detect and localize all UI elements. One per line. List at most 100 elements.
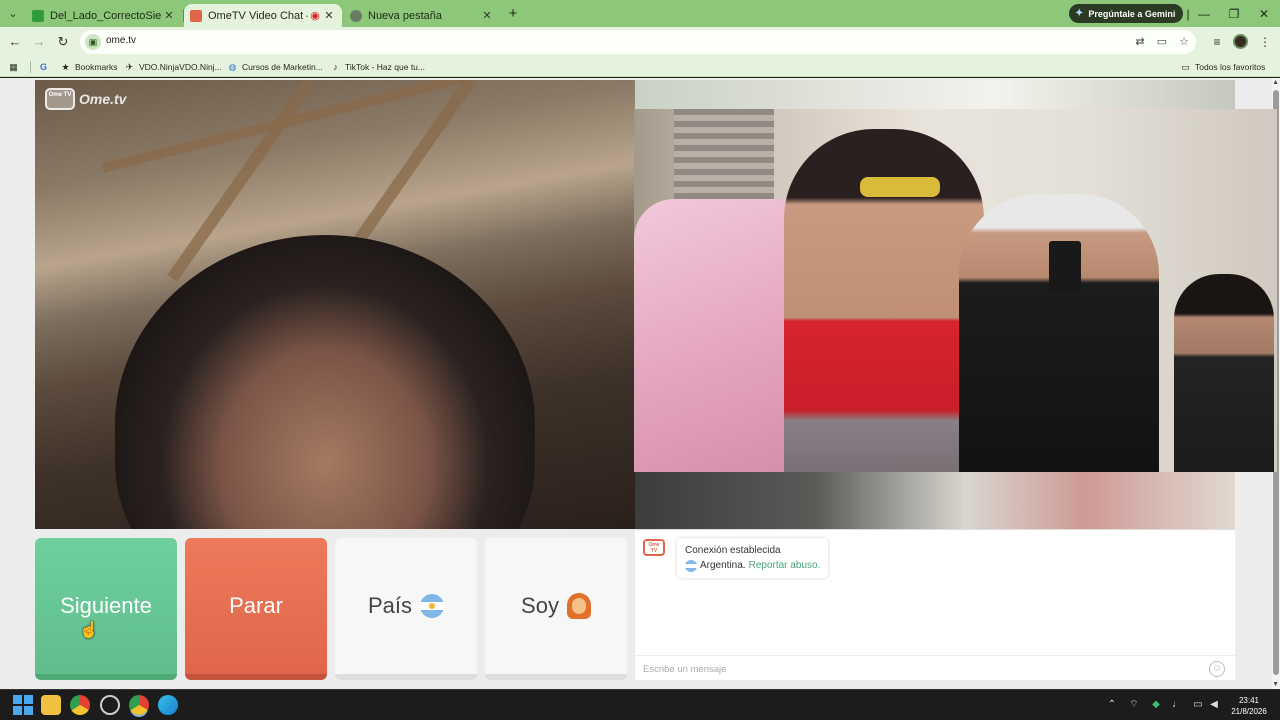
- cast-icon[interactable]: ▭: [1154, 34, 1170, 50]
- network-tray-icon[interactable]: ⌔: [1128, 699, 1140, 711]
- apps-icon[interactable]: ▦: [8, 60, 19, 74]
- chrome-favicon-icon: [350, 9, 362, 22]
- cup: [1049, 241, 1081, 291]
- next-label: Siguiente: [60, 593, 152, 618]
- mouse-cursor-icon: ☝: [79, 622, 99, 639]
- forward-icon[interactable]: →: [30, 33, 48, 51]
- ometv-logo: Ome TV Ome.tv: [45, 88, 126, 110]
- desktop: ⌄ Del_Lado_CorrectoSiempre Stre ✕ OmeTV …: [0, 0, 1280, 720]
- google-icon[interactable]: G: [38, 60, 49, 74]
- ceiling-beam: [101, 80, 609, 173]
- system-message: Conexión establecida Argentina. Reportar…: [677, 538, 829, 578]
- bookmark-label: Bookmarks: [75, 62, 118, 72]
- scroll-down-icon[interactable]: ▼: [1272, 681, 1279, 688]
- display-tray-icon[interactable]: ▭: [1192, 699, 1204, 711]
- reload-icon[interactable]: ↻: [54, 33, 72, 51]
- chrome-active-icon[interactable]: [129, 695, 149, 715]
- site-info-icon[interactable]: ▣: [85, 34, 101, 50]
- tv-logo-icon: Ome TV: [45, 88, 75, 110]
- tab-groups-icon[interactable]: ≡: [1208, 33, 1226, 51]
- bookmarks-divider: [30, 61, 31, 73]
- translate-icon[interactable]: ⇄: [1132, 34, 1148, 50]
- chrome-icon[interactable]: [70, 695, 90, 715]
- gender-button[interactable]: Soy: [485, 538, 627, 680]
- bookmark-star-icon[interactable]: ☆: [1176, 34, 1192, 50]
- tab-new[interactable]: Nueva pestaña ✕: [344, 4, 500, 27]
- tab-title: OmeTV Video Chat — Ome: [208, 9, 308, 22]
- folder-icon: ▭: [1181, 61, 1190, 72]
- bookmark-cursos[interactable]: ◍ Cursos de Marketin...: [227, 60, 323, 74]
- browser-toolbar: ← → ↻ ▣ ome.tv ⇄ ▭ ☆ ≡ ⋮: [0, 27, 1280, 57]
- minimize-icon[interactable]: —: [1192, 5, 1216, 23]
- bookmark-label: Cursos de Marketin...: [242, 62, 323, 72]
- gender-label: Soy: [521, 593, 559, 618]
- stranger-country: Argentina.: [700, 560, 746, 571]
- microphone-tray-icon[interactable]: ♩: [1171, 699, 1183, 711]
- chrome-menu-icon[interactable]: ⋮: [1256, 33, 1274, 51]
- security-tray-icon[interactable]: ◆: [1150, 699, 1162, 711]
- back-icon[interactable]: ←: [6, 33, 24, 51]
- connection-status: Conexión establecida: [685, 545, 781, 556]
- browser-tab-strip: ⌄ Del_Lado_CorrectoSiempre Stre ✕ OmeTV …: [0, 0, 1280, 27]
- bookmark-tiktok[interactable]: ♪ TikTok - Haz que tu...: [330, 60, 425, 74]
- kick-favicon-icon: [32, 9, 44, 22]
- country-button[interactable]: País: [335, 538, 477, 680]
- next-button[interactable]: Siguiente ☝: [35, 538, 177, 680]
- ometv-chat-logo-icon: Ome TV: [643, 539, 665, 556]
- obs-icon[interactable]: [100, 695, 120, 715]
- tab-ometv[interactable]: OmeTV Video Chat — Ome ◉ ✕: [184, 4, 342, 27]
- tab-title: Nueva pestaña: [368, 9, 442, 22]
- close-window-icon[interactable]: ✕: [1252, 5, 1276, 23]
- profile-avatar[interactable]: [1233, 34, 1248, 49]
- gemini-label: Pregúntale a Gemini: [1088, 8, 1176, 19]
- local-video: Ome TV Ome.tv: [35, 80, 635, 529]
- stop-button[interactable]: Parar: [185, 538, 327, 680]
- emoji-picker-icon[interactable]: ☺: [1209, 661, 1225, 677]
- bookmark-label: TikTok - Haz que tu...: [345, 62, 425, 72]
- close-tab-icon[interactable]: ✕: [322, 9, 336, 22]
- clock-date: 21/8/2026: [1231, 707, 1267, 716]
- clock-time: 23:41: [1238, 696, 1260, 705]
- star-icon: ★: [61, 61, 70, 72]
- chat-panel: Ome TV Conexión establecida Argentina. R…: [635, 529, 1235, 680]
- tiktok-icon: ♪: [333, 61, 338, 72]
- stranger-person: [959, 194, 1159, 472]
- tab-title: Del_Lado_CorrectoSiempre Stre: [50, 9, 162, 22]
- new-tab-button[interactable]: +: [504, 5, 522, 23]
- stop-label: Parar: [229, 593, 283, 618]
- gemini-button[interactable]: ✦ Pregúntale a Gemini: [1069, 4, 1184, 23]
- bookmarks-bar: ▦ G ★ Bookmarks ✈ VDO.NinjaVDO.Ninj... ◍…: [0, 57, 1280, 77]
- bookmark-vdo-ninja[interactable]: ✈ VDO.NinjaVDO.Ninj...: [124, 60, 222, 74]
- scroll-up-icon[interactable]: ▲: [1272, 79, 1279, 86]
- address-bar[interactable]: ▣ ome.tv ⇄ ▭ ☆: [80, 30, 1196, 54]
- message-placeholder: Escribe un mensaje: [643, 664, 727, 675]
- file-explorer-icon[interactable]: [41, 695, 61, 715]
- argentina-flag-icon: [685, 559, 697, 572]
- windows-start-icon[interactable]: [13, 695, 33, 715]
- country-label: País: [367, 593, 413, 618]
- remote-video-blur-bottom: [635, 472, 1235, 529]
- recording-icon: ◉: [310, 10, 320, 22]
- ometv-page: Ome TV Ome.tv Siguiente ☝ Parar País Soy…: [0, 78, 1280, 689]
- url-text[interactable]: ome.tv: [106, 35, 136, 46]
- message-input[interactable]: Escribe un mensaje ☺: [635, 655, 1235, 681]
- volume-tray-icon[interactable]: ◀: [1208, 699, 1220, 711]
- edge-icon[interactable]: [158, 695, 178, 715]
- restore-icon[interactable]: ❐: [1222, 5, 1246, 23]
- chat-controls: Siguiente ☝ Parar País Soy: [35, 538, 635, 680]
- bookmark-label: VDO.NinjaVDO.Ninj...: [139, 62, 222, 72]
- close-tab-icon[interactable]: ✕: [480, 9, 494, 22]
- all-bookmarks[interactable]: ▭ Todos los favoritos: [1180, 60, 1265, 74]
- windows-taskbar: ⌃ ⌔ ◆ ♩ ▭ ◀ 23:41 21/8/2026: [0, 689, 1280, 720]
- report-abuse-link[interactable]: Reportar abuso.: [749, 558, 821, 573]
- close-tab-icon[interactable]: ✕: [162, 9, 176, 22]
- globe-icon: ◍: [228, 61, 237, 72]
- ninja-icon: ✈: [125, 61, 134, 72]
- gemini-sparkle-icon: ✦: [1075, 8, 1084, 19]
- tab-del-lado[interactable]: Del_Lado_CorrectoSiempre Stre ✕: [26, 4, 182, 27]
- system-clock[interactable]: 23:41 21/8/2026: [1226, 695, 1272, 717]
- bookmark-bookmarks[interactable]: ★ Bookmarks: [60, 60, 118, 74]
- argentina-flag-icon: [420, 594, 445, 618]
- tab-search-icon[interactable]: ⌄: [4, 5, 22, 23]
- tray-overflow-icon[interactable]: ⌃: [1106, 699, 1118, 711]
